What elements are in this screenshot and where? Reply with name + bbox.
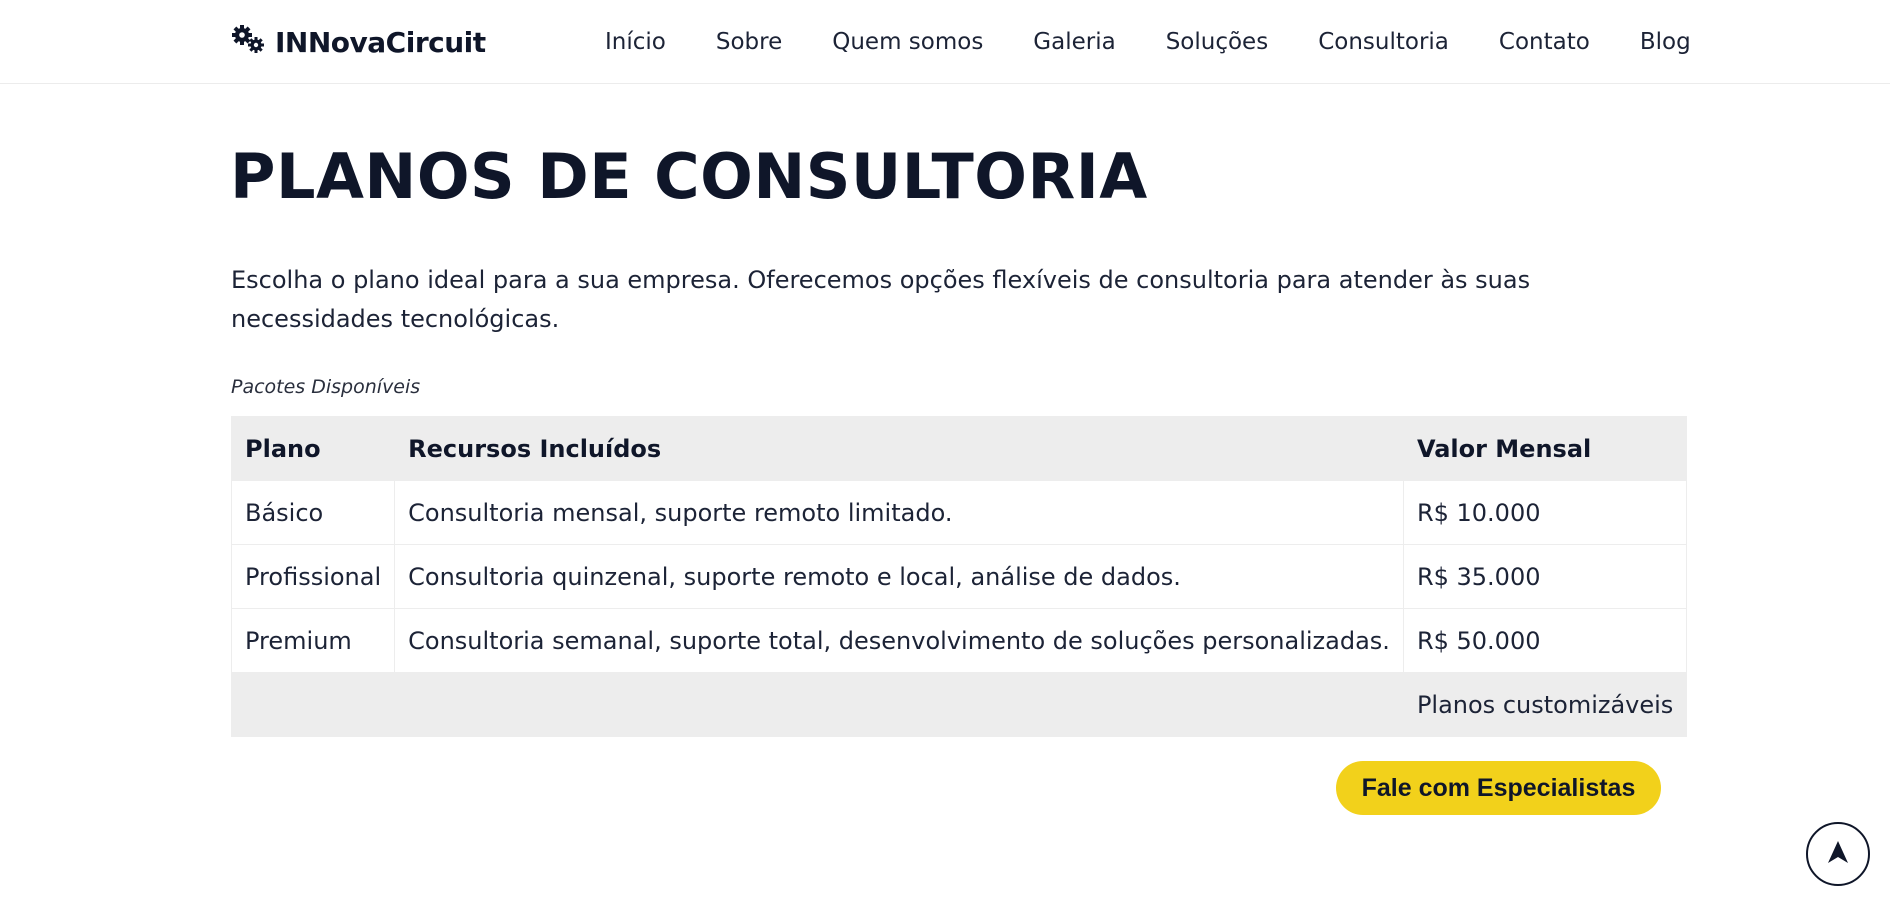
nav-link-quem-somos[interactable]: Quem somos [832, 29, 983, 55]
footer-empty-cell [230, 672, 396, 737]
column-header-plano: Plano [230, 416, 396, 481]
intro-paragraph: Escolha o plano ideal para a sua empresa… [231, 266, 1531, 333]
nav-link-solucoes[interactable]: Soluções [1166, 29, 1269, 55]
page-title: PLANOS DE CONSULTORIA [230, 140, 1148, 213]
plan-features-cell: Consultoria semanal, suporte total, dese… [394, 608, 1404, 673]
nav-link-galeria[interactable]: Galeria [1033, 29, 1115, 55]
brand-name: INNovaCircuit [275, 25, 486, 59]
contact-specialists-button[interactable]: Fale com Especialistas [1336, 761, 1661, 815]
table-header-row: Plano Recursos Incluídos Valor Mensal [230, 416, 1688, 481]
nav-link-contato[interactable]: Contato [1499, 29, 1590, 55]
table-row: Profissional Consultoria quinzenal, supo… [230, 544, 1688, 609]
table-row: Básico Consultoria mensal, suporte remot… [230, 480, 1688, 545]
plans-table: Plano Recursos Incluídos Valor Mensal Bá… [230, 416, 1688, 737]
plan-name-cell: Básico [230, 480, 396, 545]
plan-price-cell: R$ 10.000 [1402, 480, 1688, 545]
arrow-up-icon [1825, 839, 1851, 869]
table-footer-row: Planos customizáveis [230, 672, 1688, 737]
main-nav: Início Sobre Quem somos Galeria Soluções… [605, 22, 1691, 62]
column-header-valor: Valor Mensal [1402, 416, 1688, 481]
column-header-recursos: Recursos Incluídos [394, 416, 1404, 481]
table-row: Premium Consultoria semanal, suporte tot… [230, 608, 1688, 673]
plan-price-cell: R$ 35.000 [1402, 544, 1688, 609]
gears-icon [231, 25, 267, 59]
plan-features-cell: Consultoria mensal, suporte remoto limit… [394, 480, 1404, 545]
footer-empty-cell [394, 672, 1404, 737]
brand-logo[interactable]: INNovaCircuit [231, 22, 486, 62]
table-caption: Pacotes Disponíveis [231, 376, 421, 398]
footer-note: Planos customizáveis [1402, 672, 1688, 737]
nav-link-consultoria[interactable]: Consultoria [1318, 29, 1449, 55]
scroll-to-top-button[interactable] [1806, 822, 1870, 886]
nav-link-inicio[interactable]: Início [605, 29, 666, 55]
top-navbar: INNovaCircuit Início Sobre Quem somos Ga… [0, 0, 1890, 84]
plan-features-cell: Consultoria quinzenal, suporte remoto e … [394, 544, 1404, 609]
nav-link-blog[interactable]: Blog [1640, 29, 1691, 55]
nav-link-sobre[interactable]: Sobre [716, 29, 782, 55]
plan-name-cell: Premium [230, 608, 396, 673]
plan-name-cell: Profissional [230, 544, 396, 609]
plan-price-cell: R$ 50.000 [1402, 608, 1688, 673]
